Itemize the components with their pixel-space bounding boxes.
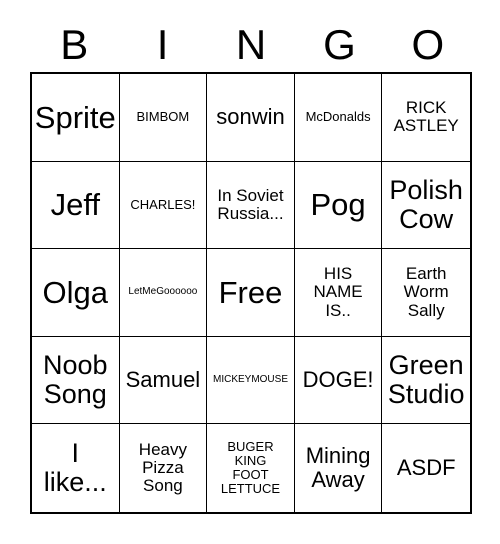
bingo-cell-label: Free: [218, 274, 283, 310]
bingo-cell-label: sonwin: [216, 104, 285, 130]
bingo-cell[interactable]: sonwin: [207, 74, 295, 162]
bingo-cell-label: MICKEYMOUSE: [212, 373, 288, 385]
bingo-cell[interactable]: BUGER KING FOOT LETTUCE: [207, 424, 295, 512]
bingo-cell-label: LetMeGoooooo: [128, 286, 198, 298]
bingo-cell-label: ASDF: [396, 455, 456, 481]
bingo-cell[interactable]: DOGE!: [294, 336, 383, 425]
bingo-cell-label: Green Studio: [387, 349, 465, 410]
bingo-cell[interactable]: MICKEYMOUSE: [207, 336, 295, 425]
bingo-cell-label: Pog: [310, 187, 366, 223]
bingo-header-letter-i: I: [156, 21, 169, 68]
bingo-cell[interactable]: LetMeGoooooo: [119, 249, 208, 337]
bingo-cell-label: McDonalds: [305, 109, 371, 125]
bingo-cell-label: Samuel: [125, 367, 201, 393]
bingo-cell-label: Mining Away: [305, 443, 371, 493]
bingo-cell[interactable]: CHARLES!: [119, 161, 208, 250]
bingo-cell[interactable]: ASDF: [382, 424, 470, 512]
bingo-cell[interactable]: Polish Cow: [382, 161, 470, 250]
bingo-cell-label: Polish Cow: [389, 174, 463, 234]
bingo-header-letter-n: N: [235, 21, 267, 68]
bingo-cell[interactable]: Sprite: [32, 74, 120, 162]
bingo-cell[interactable]: I like...: [32, 424, 120, 512]
bingo-cell-label: HIS NAME IS..: [313, 263, 363, 320]
bingo-cell[interactable]: BIMBOM: [119, 74, 208, 162]
bingo-cell[interactable]: Jeff: [32, 161, 120, 250]
bingo-cell-label: Noob Song: [43, 349, 108, 410]
bingo-cell[interactable]: Earth Worm Sally: [382, 249, 470, 337]
bingo-cell-label: Sprite: [34, 99, 116, 135]
bingo-card: B I N G O Sprite BIMBOM sonwin McDonalds RIC…: [0, 0, 500, 544]
bingo-cell-label: Heavy Pizza Song: [138, 439, 187, 496]
bingo-grid: Sprite BIMBOM sonwin McDonalds RICK ASTLEY Je…: [30, 72, 472, 514]
bingo-cell[interactable]: McDonalds: [294, 74, 383, 162]
bingo-cell-label: Olga: [42, 274, 109, 310]
bingo-cell-label: Jeff: [50, 187, 100, 223]
bingo-cell[interactable]: Mining Away: [294, 424, 383, 512]
bingo-header-row: B I N G O: [30, 18, 472, 72]
bingo-cell[interactable]: RICK ASTLEY: [382, 74, 470, 162]
bingo-cell[interactable]: Olga: [32, 249, 120, 337]
bingo-cell-label: I like...: [43, 438, 107, 498]
bingo-cell[interactable]: HIS NAME IS..: [294, 249, 383, 337]
bingo-cell-label: BIMBOM: [136, 109, 190, 125]
bingo-cell[interactable]: In Soviet Russia...: [207, 161, 295, 250]
bingo-cell-label: Earth Worm Sally: [403, 263, 449, 320]
bingo-cell-label: In Soviet Russia...: [217, 185, 284, 223]
bingo-cell[interactable]: Heavy Pizza Song: [119, 424, 208, 512]
bingo-header-letter-b: B: [60, 21, 89, 68]
bingo-header-letter-o: O: [411, 21, 445, 68]
bingo-cell[interactable]: Samuel: [119, 336, 208, 425]
bingo-cell-label: DOGE!: [302, 367, 374, 393]
bingo-cell[interactable]: Pog: [294, 161, 383, 250]
bingo-cell-label: BUGER KING FOOT LETTUCE: [220, 439, 281, 497]
bingo-cell[interactable]: Free: [207, 249, 295, 337]
bingo-cell[interactable]: Noob Song: [32, 336, 120, 425]
bingo-cell-label: CHARLES!: [130, 196, 196, 212]
bingo-cell-label: RICK ASTLEY: [393, 97, 459, 136]
bingo-header-letter-g: G: [323, 21, 356, 68]
bingo-cell[interactable]: Green Studio: [382, 336, 470, 425]
